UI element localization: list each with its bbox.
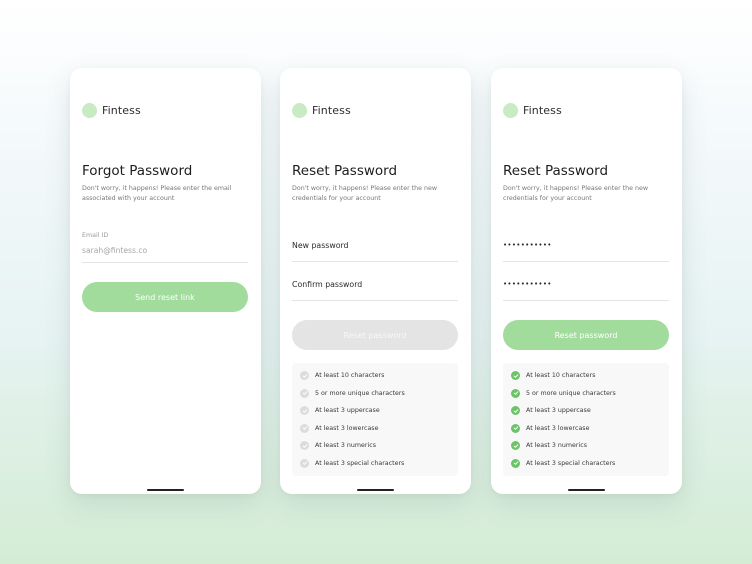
- requirement-item: 5 or more unique characters: [300, 388, 405, 398]
- reset-password-filled-screen: Fintess Reset Password Don't worry, it h…: [491, 68, 682, 494]
- brand-logo: Fintess: [290, 101, 351, 120]
- confirm-password-field[interactable]: Confirm password: [292, 280, 362, 289]
- home-indicator: [357, 489, 394, 491]
- page-subtitle: Don't worry, it happens! Please enter th…: [292, 185, 438, 202]
- requirement-label: At least 3 uppercase: [526, 407, 591, 414]
- leaf-logo-icon: [501, 101, 520, 120]
- requirement-label: At least 3 numerics: [526, 442, 587, 449]
- reset-password-button[interactable]: Reset password: [503, 320, 669, 350]
- page-title: Reset Password: [503, 163, 609, 179]
- new-password-underline: [503, 261, 669, 262]
- requirement-item: At least 10 characters: [300, 371, 384, 380]
- check-circle-icon: [300, 441, 309, 450]
- check-circle-icon: [300, 388, 309, 398]
- requirement-item: At least 3 lowercase: [300, 423, 379, 433]
- confirm-password-underline: [292, 300, 458, 301]
- new-password-underline: [292, 261, 458, 262]
- page-subtitle: Don't worry, it happens! Please enter th…: [503, 185, 649, 202]
- page-title: Reset Password: [292, 163, 398, 179]
- check-circle-icon: [300, 458, 309, 468]
- brand-name: Fintess: [523, 104, 562, 117]
- check-circle-icon: [300, 423, 309, 433]
- requirement-item: At least 10 characters: [511, 371, 595, 380]
- requirement-label: At least 3 uppercase: [315, 407, 380, 414]
- requirement-item: At least 3 lowercase: [511, 423, 590, 433]
- page-title: Forgot Password: [82, 163, 193, 179]
- requirement-label: At least 3 numerics: [315, 442, 376, 449]
- brand-name: Fintess: [102, 104, 141, 117]
- email-field-underline: [82, 262, 248, 263]
- requirement-item: 5 or more unique characters: [511, 388, 616, 398]
- email-field[interactable]: sarah@fintess.co: [82, 246, 147, 255]
- check-circle-icon: [511, 423, 520, 433]
- email-label: Email ID: [82, 232, 109, 239]
- confirm-password-underline: [503, 300, 669, 301]
- new-password-field[interactable]: New password: [292, 241, 349, 250]
- confirm-password-field[interactable]: •••••••••••: [503, 280, 552, 288]
- check-circle-icon: [300, 371, 309, 380]
- requirement-item: At least 3 uppercase: [511, 406, 591, 415]
- requirement-item: At least 3 special characters: [511, 458, 616, 468]
- page-subtitle: Don't worry, it happens! Please enter th…: [82, 185, 232, 202]
- password-requirements-list: At least 10 characters 5 or more unique …: [503, 363, 669, 476]
- requirement-label: At least 3 lowercase: [315, 424, 379, 432]
- requirement-label: At least 3 lowercase: [526, 424, 590, 432]
- new-password-field[interactable]: •••••••••••: [503, 241, 552, 249]
- send-reset-link-button[interactable]: Send reset link: [82, 282, 248, 312]
- requirement-label: 5 or more unique characters: [526, 389, 616, 397]
- reset-password-empty-screen: Fintess Reset Password Don't worry, it h…: [280, 68, 471, 494]
- requirement-label: 5 or more unique characters: [315, 389, 405, 397]
- forgot-password-screen: Fintess Forgot Password Don't worry, it …: [70, 68, 261, 494]
- check-circle-icon: [511, 371, 520, 380]
- check-circle-icon: [511, 406, 520, 415]
- home-indicator: [147, 489, 184, 491]
- requirement-label: At least 10 characters: [526, 372, 596, 379]
- check-circle-icon: [511, 388, 520, 398]
- reset-password-button-disabled[interactable]: Reset password: [292, 320, 458, 350]
- leaf-logo-icon: [80, 101, 99, 120]
- password-requirements-list: At least 10 characters 5 or more unique …: [292, 363, 458, 476]
- brand-logo: Fintess: [501, 101, 562, 120]
- check-circle-icon: [511, 458, 520, 468]
- home-indicator: [568, 489, 605, 491]
- check-circle-icon: [300, 406, 309, 415]
- check-circle-icon: [511, 441, 520, 450]
- brand-logo: Fintess: [80, 101, 141, 120]
- requirement-item: At least 3 uppercase: [300, 406, 380, 415]
- requirement-item: At least 3 special characters: [300, 458, 405, 468]
- brand-name: Fintess: [312, 104, 351, 117]
- requirement-item: At least 3 numerics: [511, 441, 587, 450]
- leaf-logo-icon: [290, 101, 309, 120]
- requirement-label: At least 3 special characters: [526, 459, 616, 467]
- requirement-label: At least 3 special characters: [315, 459, 405, 467]
- requirement-label: At least 10 characters: [315, 372, 385, 379]
- requirement-item: At least 3 numerics: [300, 441, 376, 450]
